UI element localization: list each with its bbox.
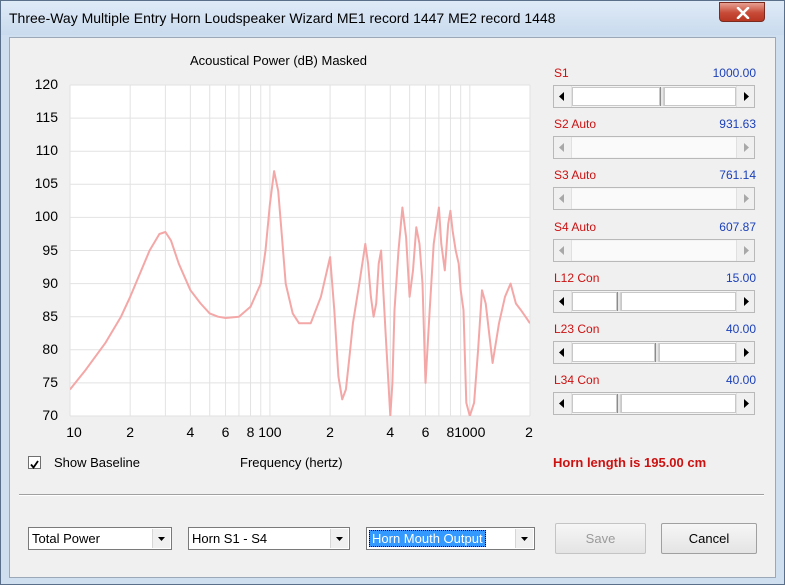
output-dropdown[interactable]: Horn Mouth Output <box>366 527 535 550</box>
slider-label: L23 Con <box>554 322 600 336</box>
y-tick-label: 115 <box>35 109 58 126</box>
x-tick-label: 1000 <box>454 424 486 440</box>
scroll-left-icon[interactable] <box>554 291 572 312</box>
slider-scrollbar[interactable] <box>553 136 755 159</box>
slider-scrollbar[interactable] <box>553 239 755 262</box>
power-type-value: Total Power <box>32 531 100 546</box>
save-button[interactable]: Save <box>555 523 646 554</box>
slider-track-right <box>664 87 736 106</box>
x-tick-label: 4 <box>386 424 395 440</box>
slider-label: S3 Auto <box>554 168 597 182</box>
chevron-down-icon[interactable] <box>152 529 170 548</box>
slider-track-right <box>659 343 736 362</box>
scroll-left-icon[interactable] <box>554 137 572 158</box>
checkmark-icon <box>30 460 39 469</box>
slider-label: L34 Con <box>554 373 600 387</box>
divider <box>19 494 764 496</box>
slider-track[interactable] <box>572 241 736 260</box>
scroll-right-icon[interactable] <box>736 291 754 312</box>
scroll-right-icon[interactable] <box>736 188 754 209</box>
power-type-dropdown[interactable]: Total Power <box>28 527 172 550</box>
y-tick-label: 85 <box>42 307 58 324</box>
slider-value: 607.87 <box>719 220 756 234</box>
y-tick-label: 80 <box>42 340 58 357</box>
x-tick-label: 4 <box>186 424 195 440</box>
slider-track[interactable] <box>572 343 736 362</box>
y-tick-label: 120 <box>34 76 58 92</box>
x-tick-label: 8 <box>246 424 255 440</box>
y-tick-label: 105 <box>34 175 58 192</box>
slider-track[interactable] <box>572 394 736 413</box>
y-tick-label: 70 <box>42 407 58 423</box>
scroll-left-icon[interactable] <box>554 393 572 414</box>
horn-dropdown[interactable]: Horn S1 - S4 <box>188 527 350 550</box>
slider-value: 40.00 <box>725 373 756 387</box>
slider-scrollbar[interactable] <box>553 341 755 364</box>
horn-length-text: Horn length is 195.00 cm <box>553 455 707 470</box>
slider-scrollbar[interactable] <box>553 392 755 415</box>
slider-track[interactable] <box>572 138 736 157</box>
scroll-right-icon[interactable] <box>736 86 754 107</box>
scroll-left-icon[interactable] <box>554 86 572 107</box>
y-tick-label: 100 <box>34 208 58 225</box>
scroll-left-icon[interactable] <box>554 188 572 209</box>
slider-track-right <box>621 292 736 311</box>
scroll-right-icon[interactable] <box>736 393 754 414</box>
slider-track-right <box>621 394 736 413</box>
slider-track-left <box>572 343 655 362</box>
x-tick-label: 8 <box>446 424 455 440</box>
show-baseline-checkbox[interactable] <box>28 456 41 469</box>
scroll-left-icon[interactable] <box>554 342 572 363</box>
output-value: Horn Mouth Output <box>369 530 486 547</box>
slider-track-left <box>572 394 617 413</box>
slider-value: 1000.00 <box>712 66 756 80</box>
y-tick-label: 95 <box>42 241 58 258</box>
scroll-right-icon[interactable] <box>736 342 754 363</box>
x-axis-label: Frequency (hertz) <box>240 455 343 470</box>
slider-track[interactable] <box>572 87 736 106</box>
slider-label: S1 <box>554 66 569 80</box>
x-tick-label: 6 <box>221 424 230 440</box>
slider-track-left <box>572 292 617 311</box>
slider-label: S2 Auto <box>554 117 597 131</box>
cancel-button[interactable]: Cancel <box>661 523 757 554</box>
slider-label: L12 Con <box>554 271 600 285</box>
slider-scrollbar[interactable] <box>553 187 755 210</box>
slider-label: S4 Auto <box>554 220 597 234</box>
slider-value: 761.14 <box>719 168 756 182</box>
scroll-right-icon[interactable] <box>736 137 754 158</box>
slider-scrollbar[interactable] <box>553 290 755 313</box>
x-tick-label: 2 <box>326 424 334 440</box>
slider-value: 40.00 <box>725 322 756 336</box>
y-tick-label: 110 <box>35 142 58 159</box>
x-tick-label: 100 <box>258 424 282 440</box>
y-tick-label: 75 <box>42 373 58 390</box>
slider-track-left <box>572 87 660 106</box>
horn-value: Horn S1 - S4 <box>192 531 268 546</box>
slider-value: 15.00 <box>725 271 756 285</box>
x-tick-label: 6 <box>421 424 430 440</box>
chevron-down-icon[interactable] <box>515 529 533 548</box>
x-tick-label: 2 <box>525 424 533 440</box>
y-tick-label: 90 <box>42 274 58 291</box>
x-tick-label: 2 <box>126 424 135 440</box>
slider-track[interactable] <box>572 189 736 208</box>
show-baseline-label[interactable]: Show Baseline <box>54 455 140 470</box>
slider-value: 931.63 <box>719 117 756 131</box>
scroll-right-icon[interactable] <box>736 240 754 261</box>
scroll-left-icon[interactable] <box>554 240 572 261</box>
x-tick-label: 10 <box>66 424 82 440</box>
slider-track[interactable] <box>572 292 736 311</box>
chevron-down-icon[interactable] <box>330 529 348 548</box>
slider-scrollbar[interactable] <box>553 85 755 108</box>
